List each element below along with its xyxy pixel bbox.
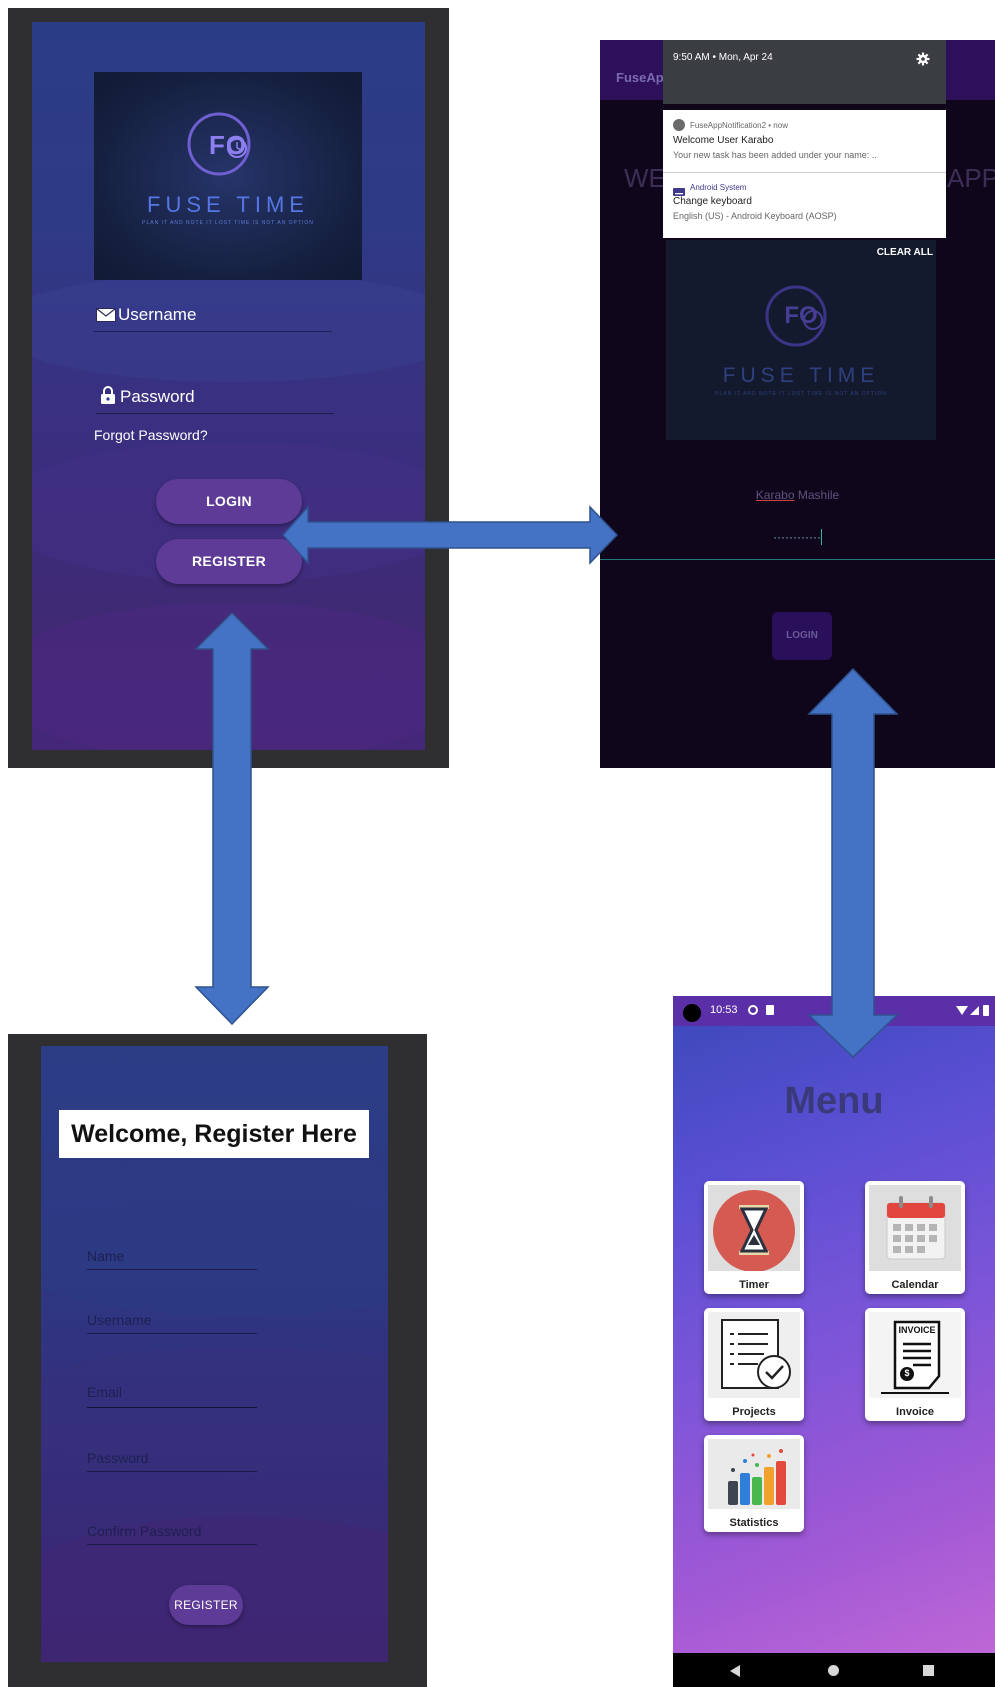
home-icon[interactable] <box>828 1665 839 1676</box>
welcome-text-left: WE <box>624 163 666 193</box>
app-logo: FO FUSE TIME PLAN IT AND NOTE IT LOST TI… <box>94 72 362 280</box>
timer-tile[interactable]: Timer <box>704 1181 804 1294</box>
username-last-name: Mashile <box>797 488 840 502</box>
username-label: Username <box>118 305 197 324</box>
system-notification-title: Change keyboard <box>673 196 752 207</box>
username-field[interactable]: Username <box>94 304 332 332</box>
username-value[interactable]: Karabo Mashile <box>600 488 995 502</box>
invoice-icon: INVOICE $ <box>869 1312 961 1398</box>
notification-app-name: FuseAppNotification2 • now <box>690 121 788 130</box>
settings-gear-icon[interactable] <box>916 52 930 66</box>
calendar-tile[interactable]: Calendar <box>865 1181 965 1294</box>
logo-emblem-icon <box>187 112 251 176</box>
forgot-password-link[interactable]: Forgot Password? <box>94 427 208 443</box>
register-screen: Welcome, Register Here Name Username Ema… <box>41 1046 388 1662</box>
checklist-icon <box>708 1312 800 1398</box>
invoice-label: Invoice <box>896 1406 934 1418</box>
notification-datetime: 9:50 AM • Mon, Apr 24 <box>673 52 773 63</box>
login-button[interactable]: LOGIN <box>772 612 832 660</box>
bar-chart-icon <box>708 1439 800 1509</box>
battery-icon <box>983 1005 989 1016</box>
username-placeholder: Username <box>87 1312 152 1328</box>
background-wave <box>32 602 425 750</box>
signal-icon <box>970 1006 979 1015</box>
app-notification[interactable]: FuseAppNotification2 • now Welcome User … <box>663 110 946 173</box>
projects-tile[interactable]: Projects <box>704 1308 804 1421</box>
app-logo-dim: FO FUSE TIME PLAN IT AND NOTE IT LOST TI… <box>666 240 936 440</box>
login-screen-panel: FO FUSE TIME PLAN IT AND NOTE IT LOST TI… <box>8 8 449 768</box>
system-app-name: Android System <box>690 183 747 192</box>
camera-cutout <box>683 1004 701 1022</box>
invoice-word: INVOICE <box>898 1325 936 1335</box>
email-placeholder: Email <box>87 1384 123 1400</box>
projects-label: Projects <box>732 1406 776 1418</box>
recents-icon[interactable] <box>923 1665 934 1676</box>
password-input[interactable]: Password <box>87 1450 257 1472</box>
register-button[interactable]: REGISTER <box>156 539 302 584</box>
timer-label: Timer <box>739 1279 769 1291</box>
invoice-tile[interactable]: INVOICE $ Invoice <box>865 1308 965 1421</box>
welcome-text-right: APP <box>947 163 995 193</box>
text-cursor <box>820 528 822 545</box>
username-first-name: Karabo <box>755 488 795 502</box>
calendar-label: Calendar <box>891 1279 939 1291</box>
notification-shade-header: 9:50 AM • Mon, Apr 24 <box>663 40 946 104</box>
logo-mark: FO <box>784 302 818 329</box>
password-placeholder: Password <box>87 1450 149 1466</box>
notification-body: Your new task has been added under your … <box>673 150 877 160</box>
login-button[interactable]: LOGIN <box>156 479 302 524</box>
logo-emblem-icon <box>765 285 827 347</box>
password-field[interactable]: Password <box>96 384 334 414</box>
password-label: Password <box>120 387 195 406</box>
register-title: Welcome, Register Here <box>59 1110 369 1158</box>
calendar-icon <box>869 1185 961 1271</box>
wifi-icon <box>956 1006 968 1015</box>
password-mask: ············ <box>773 530 821 544</box>
statistics-label: Statistics <box>729 1517 779 1529</box>
back-icon[interactable] <box>730 1665 740 1677</box>
data-saver-icon <box>748 1005 758 1015</box>
name-placeholder: Name <box>87 1248 125 1264</box>
register-submit-button[interactable]: REGISTER <box>169 1585 243 1625</box>
lock-icon <box>100 386 116 404</box>
notification-login-panel: FuseAp WE APP FO FUSE TIME PLAN IT AND N… <box>600 40 995 768</box>
logo-title: FUSE TIME <box>147 192 309 217</box>
logo-mark: FO <box>208 130 248 160</box>
email-input[interactable]: Email <box>87 1384 257 1408</box>
dollar-symbol: $ <box>904 1368 910 1378</box>
login-screen: FO FUSE TIME PLAN IT AND NOTE IT LOST TI… <box>32 22 425 750</box>
name-input[interactable]: Name <box>87 1248 257 1270</box>
system-notification[interactable]: Android System Change keyboard English (… <box>663 174 946 238</box>
statistics-tile[interactable]: Statistics <box>704 1435 804 1532</box>
confirm-password-placeholder: Confirm Password <box>87 1523 202 1539</box>
status-bar: 10:53 <box>673 996 995 1026</box>
app-bar-title: FuseAp <box>616 70 664 85</box>
status-time: 10:53 <box>710 1004 738 1016</box>
menu-screen-panel: 10:53 Menu Timer Calendar Projects INVOI… <box>673 996 995 1687</box>
clear-all-button[interactable]: CLEAR ALL <box>877 247 933 258</box>
keyboard-icon <box>673 183 685 196</box>
username-input[interactable]: Username <box>87 1312 257 1334</box>
system-notification-body: English (US) - Android Keyboard (AOSP) <box>673 211 837 221</box>
app-notification-icon <box>673 119 685 131</box>
password-input[interactable]: ············ <box>600 520 995 560</box>
logo-tagline: PLAN IT AND NOTE IT LOST TIME IS NOT AN … <box>715 391 887 397</box>
menu-title: Menu <box>784 1080 884 1122</box>
notification-title: Welcome User Karabo <box>673 135 774 146</box>
envelope-icon <box>96 308 116 322</box>
register-screen-panel: Welcome, Register Here Name Username Ema… <box>8 1034 427 1687</box>
sd-card-icon <box>766 1005 774 1015</box>
logo-title: FUSE TIME <box>722 364 880 387</box>
confirm-password-input[interactable]: Confirm Password <box>87 1523 257 1545</box>
hourglass-icon <box>708 1185 800 1272</box>
notification-list: FuseAppNotification2 • now Welcome User … <box>663 110 946 238</box>
navigation-bar <box>673 1653 995 1687</box>
logo-tagline: PLAN IT AND NOTE IT LOST TIME IS NOT AN … <box>142 220 314 226</box>
